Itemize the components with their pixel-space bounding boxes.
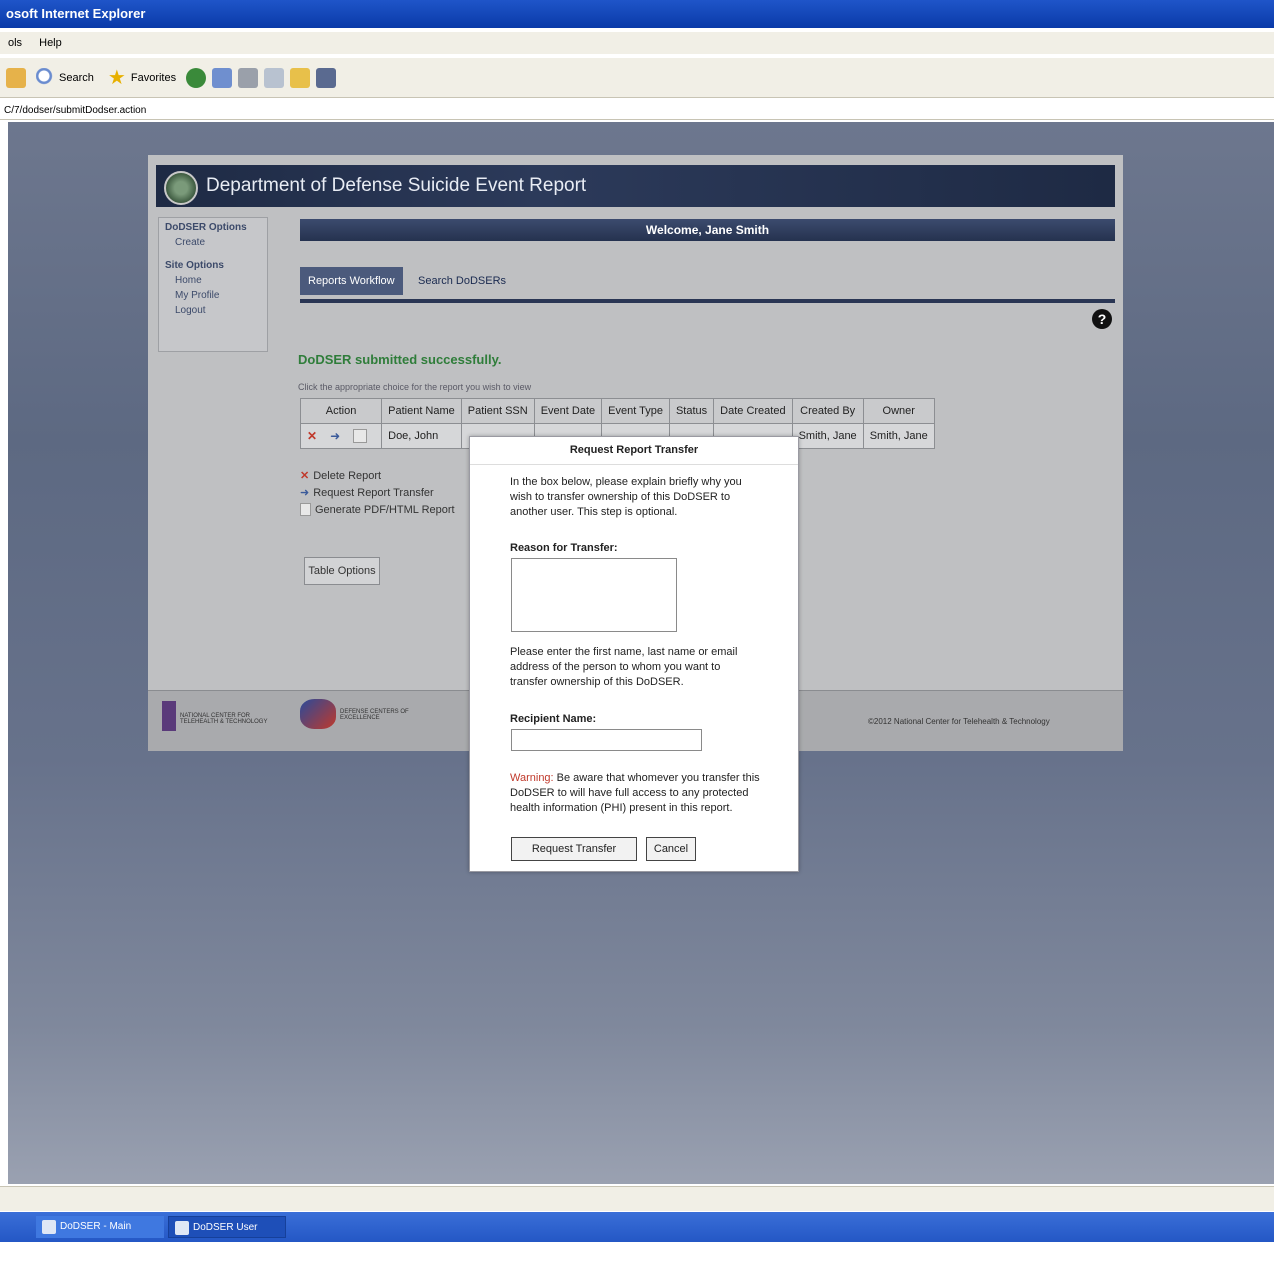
app-title: Department of Defense Suicide Event Repo…	[206, 175, 587, 196]
col-status[interactable]: Status	[668, 398, 715, 424]
request-transfer-dialog: Request Report Transfer In the box below…	[469, 436, 799, 872]
cancel-button[interactable]: Cancel	[646, 837, 696, 861]
sidebar-section-dodser-options: DoDSER Options	[165, 222, 247, 233]
messenger-icon[interactable]	[316, 67, 337, 88]
col-created-by[interactable]: Created By	[791, 398, 864, 424]
folder-icon[interactable]	[290, 67, 311, 88]
sidebar-item-home[interactable]: Home	[159, 271, 267, 286]
windows-taskbar: DoDSER - Main Menu... DoDSER User Manual…	[0, 1212, 1274, 1255]
cell-owner: Smith, Jane	[862, 423, 935, 449]
browser-toolbar: Search ★ Favorites	[0, 58, 1274, 98]
dod-seal-icon	[164, 171, 198, 205]
mail-icon[interactable]	[212, 67, 233, 88]
reason-textarea[interactable]	[511, 558, 677, 632]
request-transfer-button[interactable]: Request Transfer	[511, 837, 637, 861]
col-owner[interactable]: Owner	[862, 398, 935, 424]
browser-status-bar	[0, 1186, 1274, 1211]
browser-menu-bar: ols Help	[0, 32, 1274, 54]
welcome-banner: Welcome, Jane Smith	[300, 219, 1115, 241]
tab-bar: Reports Workflow Search DoDSERs	[300, 267, 1115, 303]
col-action[interactable]: Action	[299, 398, 383, 424]
legend-request-transfer[interactable]: ➜ Request Report Transfer	[300, 486, 455, 500]
app-header: Department of Defense Suicide Event Repo…	[156, 165, 1115, 207]
print-icon[interactable]	[238, 67, 259, 88]
browser-title: osoft Internet Explorer	[6, 6, 146, 21]
col-patient-ssn[interactable]: Patient SSN	[460, 398, 535, 424]
sidebar-item-create[interactable]: Create	[159, 233, 267, 248]
address-url: C/7/dodser/submitDodser.action	[4, 105, 147, 116]
col-date-created[interactable]: Date Created	[713, 398, 793, 424]
ie-window-icon	[175, 1221, 189, 1235]
dialog-title: Request Report Transfer	[470, 437, 798, 465]
star-icon: ★	[107, 66, 126, 89]
favorites-button[interactable]: ★ Favorites	[104, 66, 180, 90]
warning-text: Warning: Be aware that whomever you tran…	[510, 771, 760, 816]
recipient-intro-text: Please enter the first name, last name o…	[510, 646, 738, 688]
taskbar-item-main-menu[interactable]: DoDSER - Main Menu...	[36, 1216, 164, 1254]
col-event-type[interactable]: Event Type	[601, 398, 670, 424]
table-header-row: Action Patient Name Patient SSN Event Da…	[299, 398, 935, 424]
sidebar-section-site-options: Site Options	[165, 260, 224, 271]
sidebar-item-my-profile[interactable]: My Profile	[159, 286, 267, 301]
recipient-name-input[interactable]	[511, 729, 702, 751]
legend-generate-report[interactable]: Generate PDF/HTML Report	[300, 503, 455, 516]
document-icon	[300, 503, 311, 516]
transfer-arrow-icon[interactable]: ➜	[330, 430, 342, 442]
col-patient-name[interactable]: Patient Name	[381, 398, 462, 424]
delete-icon[interactable]: ✕	[307, 430, 319, 442]
delete-icon: ✕	[300, 470, 310, 482]
table-hint: Click the appropriate choice for the rep…	[298, 382, 532, 392]
success-message: DoDSER submitted successfully.	[298, 352, 502, 367]
dcoe-logo: DEFENSE CENTERS OF EXCELLENCE	[300, 699, 450, 733]
taskbar-item-user-manual[interactable]: DoDSER User Manual...	[168, 1216, 286, 1255]
recipient-label: Recipient Name:	[510, 713, 597, 725]
cell-created-by: Smith, Jane	[791, 423, 864, 449]
sidebar: DoDSER Options Create Site Options Home …	[158, 217, 268, 352]
menu-tools[interactable]: ols	[8, 37, 22, 49]
row-action-cell: ✕ ➜	[299, 423, 383, 449]
warning-label: Warning:	[510, 772, 554, 784]
reason-label: Reason for Transfer:	[510, 542, 618, 554]
document-icon[interactable]	[353, 429, 368, 443]
ie-window-icon	[42, 1220, 56, 1234]
legend-delete[interactable]: ✕ Delete Report	[300, 469, 455, 483]
row-actions-legend: ✕ Delete Report ➜ Request Report Transfe…	[300, 469, 455, 520]
cell-patient-name: Doe, John	[381, 423, 462, 449]
transfer-arrow-icon: ➜	[300, 487, 310, 499]
search-button[interactable]: Search	[32, 66, 98, 90]
table-options-button[interactable]: Table Options	[304, 557, 380, 585]
dialog-intro-text: In the box below, please explain briefly…	[510, 476, 742, 518]
footer-copyright: ©2012 National Center for Telehealth & T…	[868, 717, 1050, 726]
address-bar[interactable]: C/7/dodser/submitDodser.action	[0, 102, 1274, 120]
home-icon[interactable]	[6, 67, 26, 88]
tab-reports-workflow[interactable]: Reports Workflow	[300, 267, 403, 295]
tab-search-dodsers[interactable]: Search DoDSERs	[410, 267, 515, 295]
history-icon[interactable]	[186, 67, 207, 88]
t2-logo: NATIONAL CENTER FOR TELEHEALTH & TECHNOL…	[162, 701, 272, 735]
sidebar-item-logout[interactable]: Logout	[159, 301, 267, 316]
browser-title-bar: osoft Internet Explorer	[0, 0, 1274, 28]
search-icon	[36, 67, 56, 88]
help-icon[interactable]: ?	[1092, 309, 1112, 329]
menu-help[interactable]: Help	[39, 37, 62, 49]
edit-icon[interactable]	[264, 67, 285, 88]
col-event-date[interactable]: Event Date	[533, 398, 603, 424]
